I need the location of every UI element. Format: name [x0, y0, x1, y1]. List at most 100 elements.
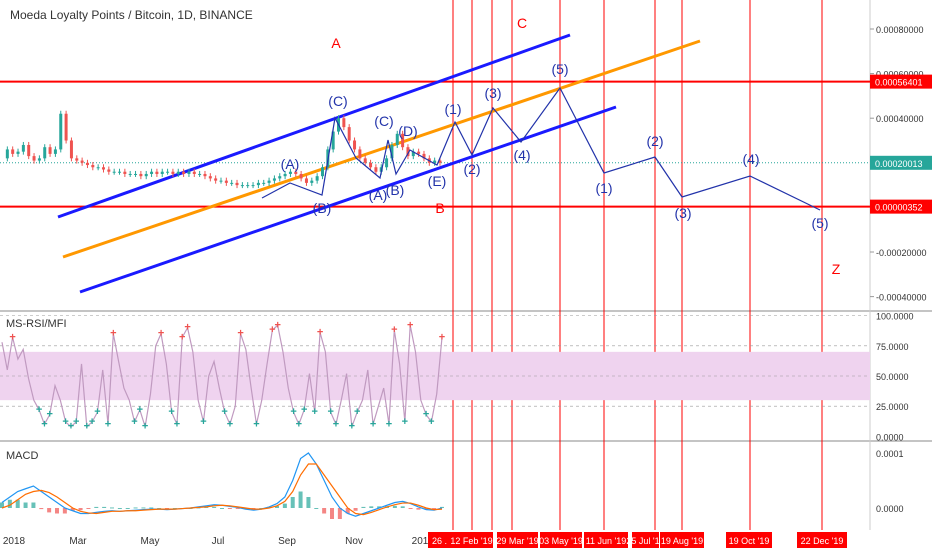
macd-histogram-bar: [220, 508, 224, 509]
rsi-sell-marker: +: [158, 328, 164, 340]
wave-label: (5): [551, 61, 568, 77]
candle-body: [139, 173, 143, 177]
candle-body: [96, 167, 100, 169]
macd-histogram-bar: [298, 491, 303, 508]
candle-body: [59, 113, 63, 150]
macd-histogram-bar: [361, 506, 366, 508]
wave-label: (E): [428, 173, 447, 189]
candle-body: [299, 173, 303, 179]
candle-body: [150, 171, 154, 174]
candle-body: [256, 182, 260, 186]
rsi-buy-marker: +: [73, 416, 79, 428]
rsi-tick-label: 0.0000: [876, 432, 904, 442]
rsi-tick-label: 100.0000: [876, 312, 914, 322]
rsi-tick-label: 25.0000: [876, 402, 909, 412]
rsi-buy-marker: +: [402, 416, 408, 428]
macd-histogram-bar: [227, 508, 232, 509]
rsi-buy-marker: +: [333, 418, 339, 430]
wave-label: (B): [313, 200, 332, 216]
candle-body: [144, 173, 148, 177]
candle-body: [342, 118, 346, 128]
candle-body: [240, 185, 244, 187]
macd-histogram-bar: [149, 507, 154, 509]
candle-body: [315, 176, 319, 181]
rsi-buy-marker: +: [137, 404, 143, 416]
candle-body: [75, 158, 79, 161]
candle-body: [43, 147, 47, 159]
price-label-text: 0.00000352: [875, 203, 923, 213]
candle-body: [187, 171, 191, 174]
candle-body: [21, 144, 25, 152]
candle-body: [32, 156, 36, 161]
rsi-buy-marker: +: [370, 418, 376, 430]
candle-body: [64, 113, 68, 141]
candle-body: [16, 151, 20, 154]
candle-body: [267, 180, 271, 183]
candle-body: [385, 158, 389, 168]
rsi-sell-marker: +: [407, 319, 413, 331]
rsi-sell-marker: +: [317, 327, 323, 339]
macd-histogram-bar: [141, 507, 146, 509]
channel-upper-line: [57, 33, 571, 219]
candle-body: [294, 171, 298, 174]
candle-body: [160, 171, 164, 174]
price-tick-label: 0.00080000: [876, 25, 924, 35]
candle-body: [219, 180, 223, 182]
macd-tick-label: 0.0001: [876, 449, 904, 459]
rsi-sell-marker: +: [184, 322, 190, 334]
rsi-buy-marker: +: [94, 406, 100, 418]
candle-body: [230, 182, 234, 184]
candle-body: [27, 144, 31, 157]
candle-body: [37, 158, 41, 161]
wave-label: (A): [281, 156, 300, 172]
candle-body: [11, 149, 15, 154]
candle-body: [198, 173, 202, 175]
chart-canvas[interactable]: 0.000800000.000600000.000400000.00020000…: [0, 0, 932, 550]
x-tick-label: May: [141, 536, 160, 547]
price-label-text: 0.00020013: [875, 159, 923, 169]
candle-body: [214, 178, 218, 181]
macd-histogram-bar: [110, 507, 114, 509]
rsi-sell-marker: +: [237, 328, 243, 340]
candle-body: [48, 147, 52, 154]
wave-label: (3): [484, 85, 501, 101]
rsi-buy-marker: +: [174, 418, 180, 430]
candle-body: [369, 162, 373, 168]
wave-label: (D): [398, 123, 417, 139]
rsi-buy-marker: +: [36, 404, 42, 416]
rsi-tick-label: 75.0000: [876, 342, 909, 352]
macd-line: [1, 452, 443, 517]
date-label-text: 29 Mar '19: [496, 536, 538, 546]
candle-body: [80, 160, 84, 163]
date-label-text: 25 Jul '19: [626, 536, 664, 546]
candle-body: [374, 167, 378, 172]
rsi-buy-marker: +: [227, 418, 233, 430]
candle-body: [176, 171, 180, 174]
macd-histogram-bar: [125, 508, 130, 509]
macd-histogram-bar: [330, 508, 334, 519]
rsi-buy-marker: +: [327, 406, 333, 418]
date-label-text: 19 Aug '19: [661, 536, 703, 546]
candle-body: [155, 171, 159, 174]
candle-body: [363, 158, 367, 163]
candle-body: [118, 171, 122, 173]
rsi-sell-marker: +: [110, 328, 116, 340]
macd-histogram-bar: [23, 502, 28, 508]
x-tick-label: Mar: [69, 536, 87, 547]
candle-body: [101, 167, 105, 170]
macd-signal-line: [1, 463, 443, 516]
macd-histogram-bar: [78, 508, 83, 511]
rsi-buy-marker: +: [142, 421, 148, 433]
macd-histogram-bar: [314, 508, 319, 509]
macd-histogram-bar: [416, 508, 421, 510]
candle-body: [272, 178, 276, 181]
candle-body: [353, 140, 357, 150]
candle-body: [182, 171, 186, 174]
candle-body: [278, 176, 282, 179]
wave-label: (C): [374, 113, 393, 129]
wave-label: (2): [463, 161, 480, 177]
rsi-buy-marker: +: [46, 409, 52, 421]
candle-body: [320, 167, 324, 177]
candle-body: [192, 171, 196, 174]
wave-label: (C): [328, 93, 347, 109]
